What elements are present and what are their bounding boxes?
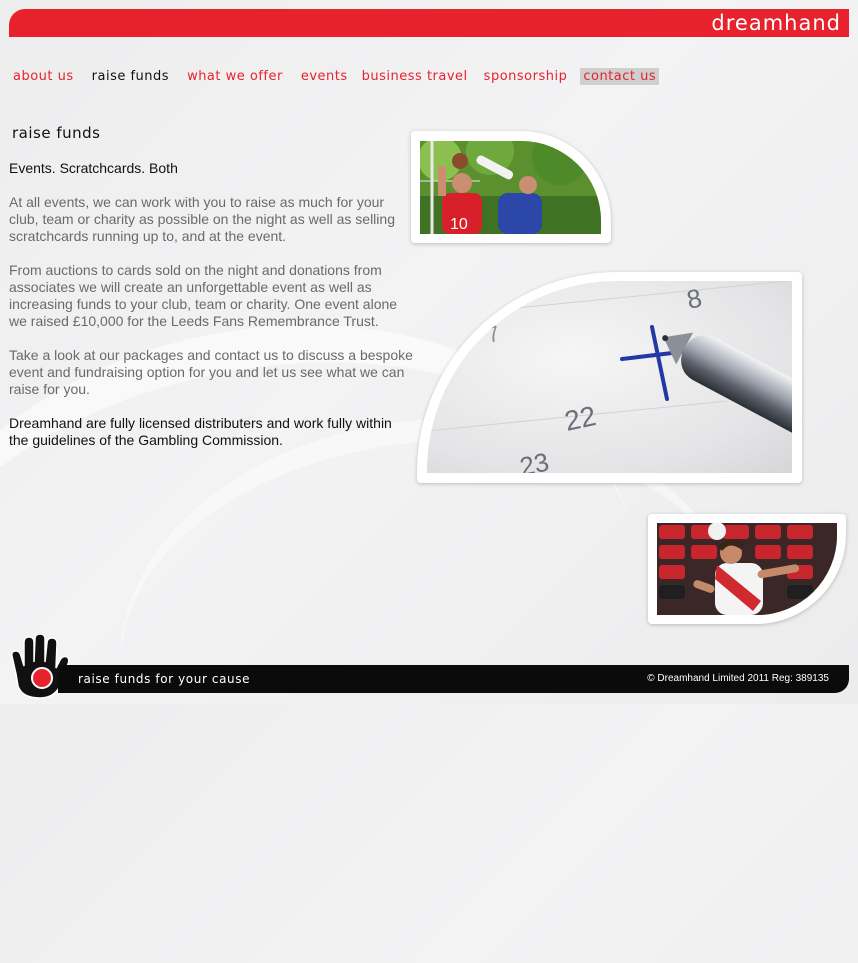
calendar-number-8: 8 <box>684 283 704 315</box>
main-nav: about us raise funds what we offer event… <box>10 66 660 86</box>
calendar-number-22: 22 <box>562 400 599 437</box>
footer-copyright: © Dreamhand Limited 2011 Reg: 389135 <box>647 673 829 684</box>
header-bar: dreamhand <box>9 9 849 37</box>
nav-contact-us[interactable]: contact us <box>580 67 660 85</box>
player-shirt-number: 10 <box>450 216 468 233</box>
footer-bar: raise funds for your cause © Dreamhand L… <box>58 665 849 693</box>
photo-frame-goalkeeper: 10 <box>411 131 611 243</box>
paragraph-packages: Take a look at our packages and contact … <box>9 347 413 397</box>
lead-text: Events. Scratchcards. Both <box>9 160 178 176</box>
player-photo <box>657 523 837 615</box>
photo-frame-calendar: 8 7 22 23 <box>417 272 802 483</box>
page-title: raise funds <box>12 124 101 142</box>
photo-frame-player <box>648 514 846 624</box>
footer-tagline: raise funds for your cause <box>78 672 251 686</box>
player-illustration <box>657 523 837 615</box>
calendar-photo: 8 7 22 23 <box>427 281 792 473</box>
nav-what-we-offer[interactable]: what we offer <box>184 68 286 85</box>
paragraph-events: At all events, we can work with you to r… <box>9 194 395 244</box>
calendar-pen-illustration: 8 7 22 23 <box>427 281 792 473</box>
main-content: Events. Scratchcards. Both At all events… <box>9 160 414 466</box>
calendar-number-23: 23 <box>517 447 552 473</box>
nav-raise-funds[interactable]: raise funds <box>89 68 172 85</box>
paragraph-licensing: Dreamhand are fully licensed distributer… <box>9 415 392 448</box>
nav-about-us[interactable]: about us <box>10 68 77 85</box>
goalkeeper-photo: 10 <box>420 141 601 234</box>
paragraph-auctions: From auctions to cards sold on the night… <box>9 262 398 329</box>
calendar-number-7: 7 <box>484 321 502 348</box>
nav-events[interactable]: events <box>298 68 351 85</box>
nav-sponsorship[interactable]: sponsorship <box>481 68 571 85</box>
brand-logo-text[interactable]: dreamhand <box>711 9 841 37</box>
nav-business-travel[interactable]: business travel <box>359 68 471 85</box>
goalkeeper-illustration: 10 <box>420 141 601 234</box>
